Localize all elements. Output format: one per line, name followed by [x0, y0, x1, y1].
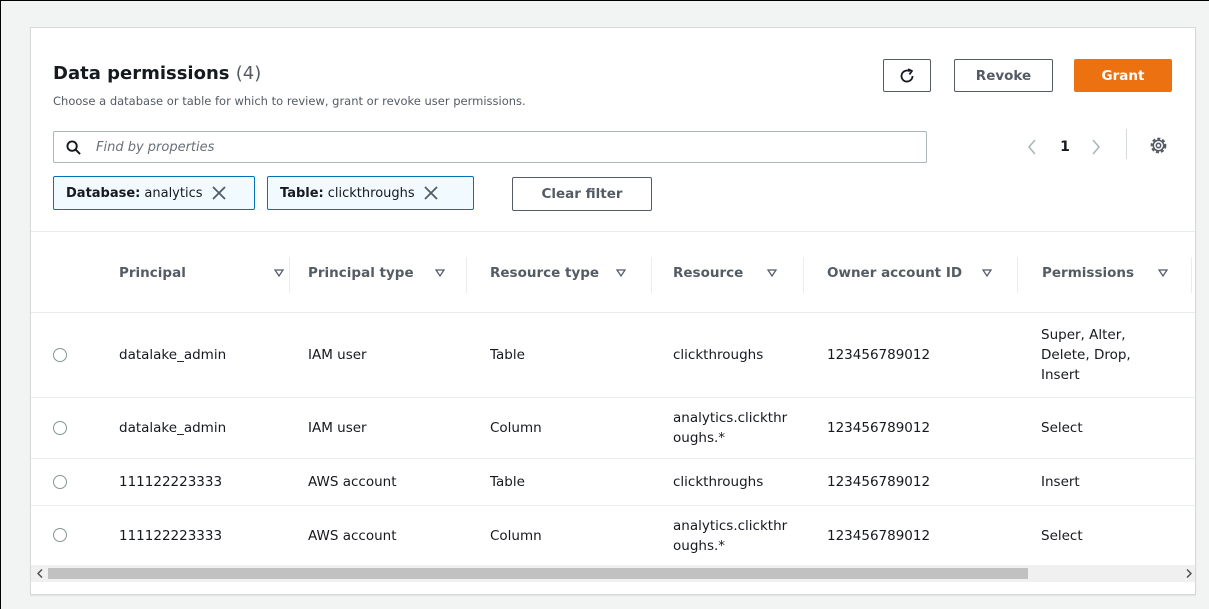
column-header-resource[interactable]: Resource — [673, 232, 783, 314]
scroll-right-arrow[interactable] — [1180, 565, 1195, 582]
sort-icon — [274, 269, 284, 278]
pagination-divider — [1126, 129, 1127, 159]
column-header-resource-type[interactable]: Resource type — [490, 232, 640, 314]
column-label: Principal — [119, 265, 186, 281]
column-divider — [466, 257, 467, 293]
data-permissions-panel: Data permissions (4) Choose a database o… — [30, 27, 1196, 595]
column-divider — [1191, 257, 1192, 293]
column-label: Principal type — [308, 265, 414, 281]
filter-key: Table: — [280, 185, 324, 201]
grant-button[interactable]: Grant — [1074, 59, 1172, 92]
sort-icon — [767, 269, 777, 278]
column-divider — [803, 257, 804, 293]
cell-permissions: Select — [1041, 420, 1083, 436]
current-page-number[interactable]: 1 — [1057, 135, 1073, 159]
revoke-button[interactable]: Revoke — [954, 59, 1053, 92]
cell-principal-type: AWS account — [308, 474, 397, 490]
sort-icon — [616, 269, 626, 278]
sort-icon — [435, 269, 445, 278]
search-icon — [66, 140, 81, 155]
cell-resource-type: Column — [490, 420, 542, 436]
cell-principal: 111122223333 — [119, 527, 223, 544]
column-header-principal[interactable]: Principal — [119, 232, 289, 314]
cell-principal: 111122223333 — [119, 474, 223, 490]
table-row[interactable]: datalake_admin IAM user Column analytics… — [31, 398, 1195, 459]
next-page-button[interactable] — [1088, 135, 1104, 159]
row-radio-button[interactable] — [53, 421, 67, 435]
cell-resource-type: Table — [490, 347, 525, 363]
scrollbar-thumb[interactable] — [48, 568, 1028, 579]
filter-key: Database: — [66, 185, 141, 201]
settings-icon[interactable] — [1149, 136, 1168, 155]
title-text: Data permissions — [53, 63, 230, 84]
sort-icon — [982, 269, 992, 278]
column-label: Resource — [673, 265, 744, 281]
previous-page-button[interactable] — [1024, 135, 1040, 159]
column-header-principal-type[interactable]: Principal type — [308, 232, 458, 314]
search-bar[interactable] — [53, 131, 927, 163]
row-radio-button[interactable] — [53, 528, 67, 542]
cell-resource: clickthroughs — [673, 347, 764, 363]
cell-permissions: Select — [1041, 527, 1083, 544]
cell-principal-type: IAM user — [308, 420, 367, 436]
clear-filter-button[interactable]: Clear filter — [512, 177, 652, 211]
cell-principal-type: IAM user — [308, 347, 367, 363]
cell-resource: analytics.clickthroughs.* — [673, 517, 788, 554]
filter-value: analytics — [144, 185, 203, 201]
close-icon[interactable] — [211, 185, 227, 201]
filter-value: clickthroughs — [327, 185, 415, 201]
chevron-right-icon — [1185, 569, 1192, 578]
cell-principal: datalake_admin — [119, 420, 227, 436]
chevron-right-icon — [1092, 139, 1101, 155]
refresh-button[interactable] — [883, 59, 931, 92]
cell-principal: datalake_admin — [119, 347, 227, 363]
cell-owner-account-id: 123456789012 — [827, 527, 931, 544]
table-row[interactable]: datalake_admin IAM user Table clickthrou… — [31, 313, 1195, 398]
horizontal-scrollbar[interactable] — [31, 565, 1195, 582]
close-icon[interactable] — [423, 185, 439, 201]
column-divider — [651, 257, 652, 293]
column-label: Permissions — [1042, 265, 1135, 281]
row-radio-button[interactable] — [53, 348, 67, 362]
filter-token-database: Database: analytics — [53, 176, 255, 210]
column-divider — [1017, 257, 1018, 293]
filter-token-table: Table: clickthroughs — [267, 176, 474, 210]
permission-count: (4) — [235, 63, 262, 84]
page-title: Data permissions (4) — [53, 63, 261, 84]
page-description: Choose a database or table for which to … — [53, 94, 526, 108]
search-input[interactable] — [94, 136, 914, 158]
table-row[interactable]: 111122223333 AWS account Column analytic… — [31, 506, 1195, 565]
cell-owner-account-id: 123456789012 — [827, 420, 931, 436]
scroll-left-arrow[interactable] — [31, 565, 48, 582]
column-label: Owner account ID — [827, 265, 963, 281]
column-label: Resource type — [490, 265, 600, 281]
cell-owner-account-id: 123456789012 — [827, 347, 931, 363]
cell-principal-type: AWS account — [308, 527, 397, 544]
column-divider — [289, 257, 290, 293]
column-header-owner-account-id[interactable]: Owner account ID — [827, 232, 997, 314]
chevron-left-icon — [36, 569, 43, 578]
cell-resource-type: Table — [490, 474, 525, 490]
cell-resource-type: Column — [490, 527, 542, 544]
cell-resource: clickthroughs — [673, 474, 764, 490]
cell-resource: analytics.clickthroughs.* — [673, 410, 788, 446]
refresh-icon — [900, 67, 914, 82]
table-header: Principal Principal type Resource type R… — [31, 231, 1195, 314]
cell-owner-account-id: 123456789012 — [827, 474, 931, 490]
sort-icon — [1158, 269, 1168, 278]
column-header-permissions[interactable]: Permissions — [1042, 232, 1172, 314]
table-row[interactable]: 111122223333 AWS account Table clickthro… — [31, 459, 1195, 506]
chevron-left-icon — [1027, 139, 1036, 155]
row-radio-button[interactable] — [53, 475, 67, 489]
cell-permissions: Insert — [1041, 474, 1080, 490]
cell-permissions: Super, Alter, Delete, Drop, Insert — [1041, 327, 1131, 383]
